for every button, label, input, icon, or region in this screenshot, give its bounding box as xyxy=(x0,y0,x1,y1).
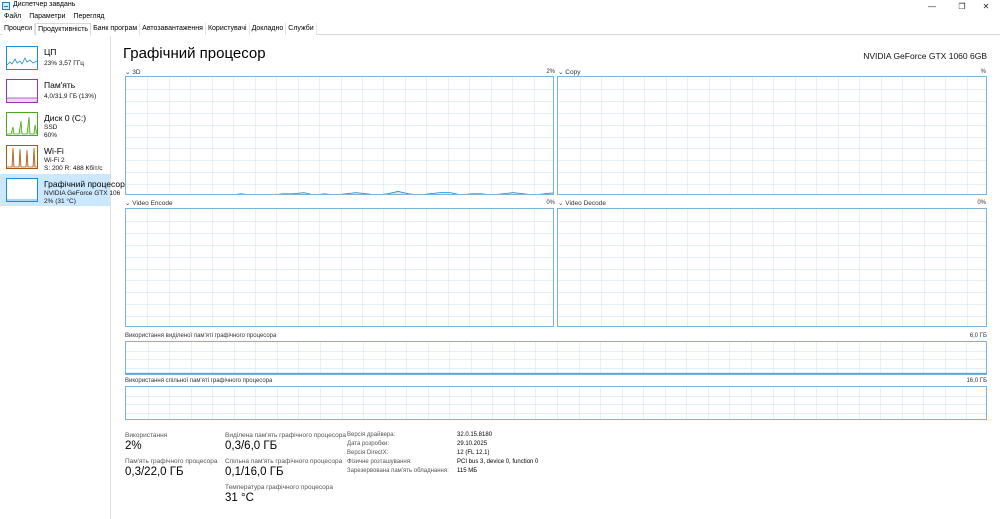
task-manager-window: Диспетчер завдань — ❐ ✕ Файл Параметри П… xyxy=(0,0,1000,519)
driver-date-value: 29.10.2025 xyxy=(457,441,488,447)
gpu-memory-value: 0,3/22,0 ГБ xyxy=(125,466,184,478)
graph-video-decode-label: Video Decode xyxy=(565,200,606,207)
graph-3d-percent: 2% xyxy=(546,69,555,75)
sidebar-item-detail: NVIDIA GeForce GTX 106 xyxy=(44,190,121,197)
wifi-thumbnail-svg xyxy=(7,147,37,168)
graph-video-encode-selector[interactable]: ⌄ Video Encode xyxy=(125,199,173,207)
gpu-model-name: NVIDIA GeForce GTX 1060 6GB xyxy=(863,51,987,61)
graph-video-decode xyxy=(557,208,987,327)
graph-video-encode-label: Video Encode xyxy=(132,200,173,207)
graph-video-decode-plot xyxy=(558,209,986,326)
cpu-thumbnail-graph xyxy=(6,46,38,70)
sidebar-item-disk[interactable]: Диск 0 (C:) SSD 60% xyxy=(0,108,110,140)
sidebar-item-detail: Wi-Fi 2 xyxy=(44,157,65,164)
tab-services[interactable]: Служби xyxy=(286,23,317,35)
utilization-value: 2% xyxy=(125,440,142,452)
menu-bar: Файл Параметри Перегляд xyxy=(0,12,109,23)
directx-version-key: Версія DirectX: xyxy=(347,450,389,456)
gpu-memory-label: Пам'ять графічного процесора xyxy=(125,458,218,465)
temperature-label: Температура графічного процесора xyxy=(225,484,333,491)
reserved-memory-key: Зарезервована пам'ять обладнання: xyxy=(347,468,449,474)
minimize-button[interactable]: — xyxy=(918,0,946,12)
reserved-memory-value: 115 МБ xyxy=(457,468,478,474)
memory-thumbnail-svg xyxy=(7,97,37,102)
sidebar-item-wifi[interactable]: Wi-Fi Wi-Fi 2 S: 200 R: 488 Кбіт/с xyxy=(0,141,110,173)
performance-sidebar: ЦП 23% 3,57 ГГц Пам'ять 4,0/31,9 ГБ (13%… xyxy=(0,36,132,519)
sidebar-item-label: Графічний процесор 0 xyxy=(44,179,132,189)
gpu-thumbnail-svg xyxy=(7,199,37,201)
graph-dedicated-memory-label: Використання виділеної пам'яті графічног… xyxy=(125,333,277,339)
graph-video-encode-percent: 0% xyxy=(546,200,555,206)
sidebar-item-label: ЦП xyxy=(44,47,57,57)
close-button[interactable]: ✕ xyxy=(972,0,1000,12)
sidebar-item-detail: SSD xyxy=(44,124,58,131)
page-title: Графічний процесор xyxy=(123,45,266,62)
tab-users[interactable]: Користувачі xyxy=(205,23,250,35)
sidebar-item-label: Wi-Fi xyxy=(44,146,64,156)
graph-video-encode-plot xyxy=(126,209,553,326)
graph-copy-percent: % xyxy=(980,69,986,75)
sidebar-item-cpu[interactable]: ЦП 23% 3,57 ГГц xyxy=(0,42,110,74)
tab-strip: Процеси Продуктивність Банк програм Авто… xyxy=(0,23,1000,36)
tab-app-history[interactable]: Банк програм xyxy=(91,23,141,35)
graph-copy-plot xyxy=(558,77,986,194)
graph-3d-line xyxy=(235,191,553,194)
window-title: Диспетчер завдань xyxy=(13,1,76,8)
physical-location-key: Фізичне розташування: xyxy=(347,459,412,465)
graph-dedicated-memory-plot xyxy=(126,342,986,374)
graph-shared-memory xyxy=(125,386,987,420)
sidebar-item-detail: 23% 3,57 ГГц xyxy=(44,60,85,67)
graph-3d-label: 3D xyxy=(132,69,141,76)
graph-video-decode-percent: 0% xyxy=(977,200,986,206)
tab-processes[interactable]: Процеси xyxy=(2,23,36,35)
sidebar-item-detail: 2% (31 °C) xyxy=(44,198,76,205)
menu-options[interactable]: Параметри xyxy=(25,12,69,23)
graph-copy-selector[interactable]: ⌄ Copy xyxy=(558,68,580,76)
sidebar-item-label: Пам'ять xyxy=(44,80,76,90)
graph-3d-selector[interactable]: ⌄ 3D xyxy=(125,68,141,76)
menu-file[interactable]: Файл xyxy=(0,12,25,23)
shared-memory-value: 0,1/16,0 ГБ xyxy=(225,466,284,478)
sidebar-item-detail: 60% xyxy=(44,132,58,139)
tab-startup[interactable]: Автозавантаження xyxy=(140,23,206,35)
directx-version-value: 12 (FL 12.1) xyxy=(457,450,490,456)
utilization-label: Використання xyxy=(125,432,168,439)
gpu-thumbnail-graph xyxy=(6,178,38,202)
temperature-value: 31 °C xyxy=(225,492,254,504)
driver-version-key: Версія драйвера: xyxy=(347,432,396,438)
graph-shared-memory-max: 16,0 ГБ xyxy=(966,378,987,384)
graph-video-decode-selector[interactable]: ⌄ Video Decode xyxy=(558,199,606,207)
dedicated-memory-value: 0,3/6,0 ГБ xyxy=(225,440,278,452)
tab-details[interactable]: Докладно xyxy=(249,23,287,35)
tab-performance[interactable]: Продуктивність xyxy=(35,23,92,36)
shared-memory-label: Спільна пам'ять графічного процесора xyxy=(225,458,343,465)
graph-video-encode xyxy=(125,208,554,327)
graph-3d xyxy=(125,76,554,195)
graph-shared-memory-label: Використання спільної пам'яті графічного… xyxy=(125,378,273,384)
physical-location-value: PCI bus 3, device 0, function 0 xyxy=(457,459,539,465)
sidebar-item-label: Диск 0 (C:) xyxy=(44,113,87,123)
memory-thumbnail-graph xyxy=(6,79,38,103)
graph-shared-memory-plot xyxy=(126,387,986,419)
dedicated-memory-label: Виділена пам'ять графічного процесора xyxy=(225,432,346,439)
wifi-thumbnail-graph xyxy=(6,145,38,169)
sidebar-item-gpu[interactable]: Графічний процесор 0 NVIDIA GeForce GTX … xyxy=(0,174,132,206)
graph-copy-label: Copy xyxy=(565,69,581,76)
sidebar-item-detail: 4,0/31,9 ГБ (13%) xyxy=(44,93,97,100)
disk-thumbnail-svg xyxy=(7,116,37,135)
menu-view[interactable]: Перегляд xyxy=(69,12,108,23)
task-manager-icon xyxy=(2,2,10,10)
graph-dedicated-memory-max: 6,0 ГБ xyxy=(969,333,987,339)
driver-version-value: 32.0.15.8180 xyxy=(457,432,493,438)
cpu-thumbnail-svg xyxy=(7,57,37,66)
graph-3d-plot xyxy=(126,77,553,194)
disk-thumbnail-graph xyxy=(6,112,38,136)
sidebar-item-memory[interactable]: Пам'ять 4,0/31,9 ГБ (13%) xyxy=(0,75,110,107)
graph-copy xyxy=(557,76,987,195)
sidebar-item-detail: S: 200 R: 488 Кбіт/с xyxy=(44,165,103,172)
graph-3d-area xyxy=(239,191,553,194)
title-bar: Диспетчер завдань — ❐ ✕ xyxy=(0,0,1000,12)
graph-dedicated-memory xyxy=(125,341,987,375)
driver-date-key: Дата розробки: xyxy=(347,441,390,447)
